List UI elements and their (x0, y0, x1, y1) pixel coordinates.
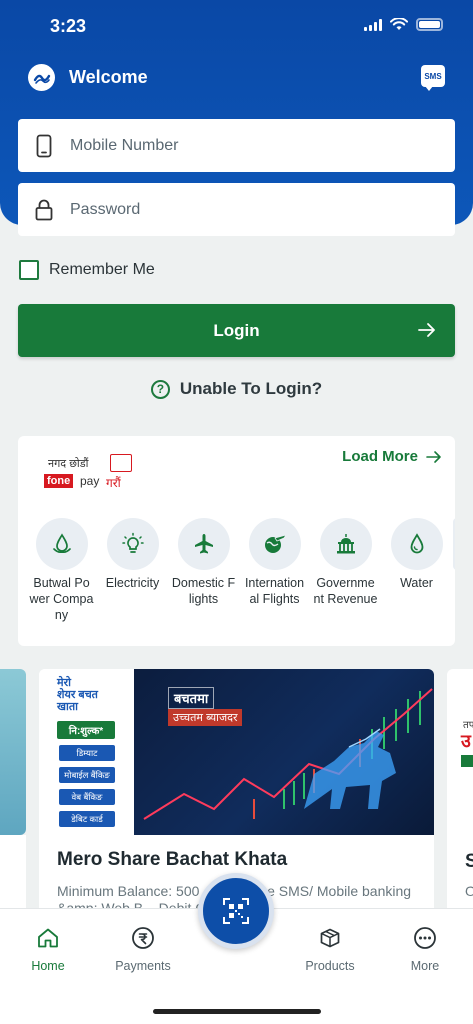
page-title: Welcome (69, 67, 148, 87)
mero-share-panel: मेरो शेयर बचत खाता नि:शुल्क* डिम्याट मोब… (39, 669, 134, 835)
service-label: Domestic Flights (171, 576, 236, 606)
water-drop-hand-icon (35, 518, 88, 570)
load-more-label: Load More (342, 448, 418, 465)
stock-chart-bull-image (143, 688, 433, 820)
promo-title: Mero Share Bachat Khata (57, 849, 288, 870)
government-building-icon (319, 518, 372, 570)
home-indicator (153, 1009, 321, 1014)
lock-icon (18, 199, 70, 221)
bulb-icon (106, 518, 159, 570)
remember-me-checkbox[interactable] (19, 260, 39, 280)
unable-to-login-link[interactable]: ? Unable To Login? (0, 379, 473, 399)
fonepay-logo: नगद छोडौं fone pay गरौं (44, 454, 144, 496)
more-dots-icon (414, 927, 436, 949)
fonepay-garau: गरौं (106, 476, 121, 490)
status-icons (364, 18, 443, 31)
brand: Welcome (28, 64, 148, 91)
service-electricity[interactable]: Electricity (97, 518, 168, 623)
next-card-badge (461, 755, 473, 767)
promo-card-previous-body (0, 835, 26, 915)
nav-home[interactable]: Home (8, 926, 88, 973)
service-label: International Flights (244, 576, 305, 606)
logo-line: खाता (57, 701, 78, 713)
box-icon (320, 928, 340, 948)
home-icon (38, 928, 58, 948)
services-card: नगद छोडौं fone pay गरौं Load More Butwal… (18, 436, 455, 646)
water-drop-icon (390, 518, 443, 570)
service-label: Water (400, 576, 433, 590)
password-field[interactable] (18, 183, 455, 236)
bank-logo-icon (28, 64, 55, 91)
fonepay-pay: pay (80, 474, 100, 488)
service-government-revenue[interactable]: Government Revenue (310, 518, 381, 623)
sms-label: SMS (424, 71, 442, 81)
help-circle-icon: ? (150, 379, 170, 399)
services-row: Butwal Power Company Electricity Domesti… (26, 518, 452, 623)
service-label: Butwal Power Company (29, 576, 94, 622)
mero-share-logo: मेरो शेयर बचत खाता (57, 677, 98, 713)
service-partial-next (453, 518, 455, 570)
logo-line: शेयर बचत (57, 689, 98, 701)
service-label: Electricity (105, 576, 160, 590)
login-button[interactable]: Login (18, 304, 455, 357)
service-butwal-power[interactable]: Butwal Power Company (26, 518, 97, 623)
phone-icon (18, 134, 70, 158)
next-card-desc: O (465, 883, 473, 899)
arrow-right-icon (426, 450, 441, 463)
password-input[interactable] (70, 200, 430, 219)
logo-line: मेरो (57, 677, 71, 689)
status-time: 3:23 (50, 16, 87, 36)
plane-icon (177, 518, 230, 570)
arrow-right-icon (418, 323, 435, 337)
fonepay-tagline: नगद छोडौं (48, 458, 89, 470)
next-card-highlight: उ (461, 731, 471, 751)
chip-mobile-banking: मोबाईल बैंकिङ (59, 767, 115, 783)
service-label: Government Revenue (313, 576, 378, 606)
nav-more-label: More (410, 959, 440, 973)
service-domestic-flights[interactable]: Domestic Flights (168, 518, 239, 623)
scan-qr-button[interactable] (198, 873, 274, 949)
nav-payments[interactable]: Payments (103, 926, 183, 973)
nav-home-label: Home (31, 959, 65, 973)
qr-scan-icon (223, 898, 249, 924)
login-label: Login (213, 320, 260, 340)
nav-products-label: Products (305, 959, 355, 973)
battery-icon (416, 18, 443, 31)
promo-banner: मेरो शेयर बचत खाता नि:शुल्क* डिम्याट मोब… (39, 669, 434, 835)
signal-icon (364, 18, 382, 31)
service-international-flights[interactable]: International Flights (239, 518, 310, 623)
qr-icon (110, 454, 132, 472)
status-bar: 3:23 (0, 0, 473, 54)
fonepay-fone: fone (44, 474, 74, 488)
sms-banking-button[interactable]: SMS (421, 65, 445, 91)
next-card-title: S (465, 851, 473, 872)
load-more-button[interactable]: Load More (342, 448, 442, 465)
nav-products[interactable]: Products (290, 926, 370, 973)
promo-card-next[interactable]: तप उ S O (447, 669, 473, 919)
service-water[interactable]: Water (381, 518, 452, 623)
nav-more[interactable]: More (385, 926, 465, 973)
chip-web-banking: वेब बैंकिङ (59, 789, 115, 805)
bull-market-banner: बचतमा उच्चतम ब्याजदर (134, 669, 434, 835)
wifi-icon (390, 18, 408, 30)
chip-debit-card: डेबिट कार्ड (59, 811, 115, 827)
rupee-circle-icon (132, 927, 154, 949)
free-badge: नि:शुल्क* (57, 721, 115, 739)
mobile-number-input[interactable] (70, 136, 430, 155)
remember-me[interactable]: Remember Me (19, 260, 155, 280)
nav-payments-label: Payments (115, 959, 171, 973)
remember-me-label: Remember Me (49, 261, 155, 278)
globe-plane-icon (248, 518, 301, 570)
chip-demat: डिम्याट (59, 745, 115, 761)
mobile-number-field[interactable] (18, 119, 455, 172)
promo-card-previous[interactable] (0, 669, 26, 835)
unable-to-login-label: Unable To Login? (179, 379, 323, 398)
